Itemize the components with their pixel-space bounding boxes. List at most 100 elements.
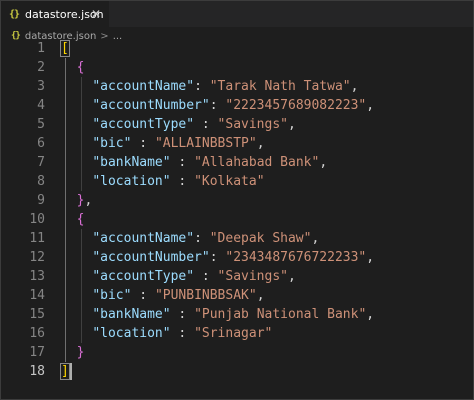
json-value: "ALLAINBBSTP"	[154, 136, 257, 151]
indent-guide-inner	[80, 229, 82, 343]
json-value: "Kolkata"	[194, 174, 265, 189]
code-line[interactable]: 17 }	[1, 343, 473, 362]
line-number: 2	[37, 60, 45, 75]
code-line[interactable]: 8 "location" : "Kolkata"	[1, 172, 473, 191]
json-key: "accountType"	[92, 269, 195, 284]
json-key: "bic"	[92, 288, 132, 303]
json-value: "Tarak Nath Tatwa"	[209, 79, 351, 94]
key-separator: :	[194, 79, 210, 94]
code-line[interactable]: 5 "accountType" : "Savings",	[1, 115, 473, 134]
key-separator: :	[209, 98, 226, 113]
comma: ,	[288, 117, 296, 132]
comma: ,	[256, 288, 265, 303]
line-content: ]	[60, 362, 70, 381]
json-value: "Savings"	[217, 269, 288, 284]
line-content: [	[60, 39, 70, 58]
key-separator: :	[194, 117, 218, 132]
json-key: "bankName"	[92, 307, 171, 322]
array-open-bracket: [	[60, 40, 70, 57]
tab-datastore-json[interactable]: {} datastore.json ✕	[1, 1, 109, 27]
json-value: "Punjab National Bank"	[194, 307, 367, 322]
text-cursor	[69, 363, 72, 380]
key-separator: :	[194, 269, 218, 284]
code-line[interactable]: 10 {	[1, 210, 473, 229]
code-line[interactable]: 6 "bic" : "ALLAINBBSTP",	[1, 134, 473, 153]
line-number: 18	[29, 364, 45, 379]
code-line[interactable]: 4 "accountNumber": "2223457689082223",	[1, 96, 473, 115]
line-number: 14	[29, 288, 45, 303]
line-number: 13	[29, 269, 45, 284]
json-key: "bic"	[92, 136, 132, 151]
json-key: "accountName"	[92, 79, 195, 94]
code-line[interactable]: 15 "bankName" : "Punjab National Bank",	[1, 305, 473, 324]
code-line[interactable]: 13 "accountType" : "Savings",	[1, 267, 473, 286]
object-close-brace: }	[76, 345, 85, 360]
code-line[interactable]: 11 "accountName": "Deepak Shaw",	[1, 229, 473, 248]
line-content: "bankName" : "Allahabad Bank",	[61, 153, 327, 172]
line-number: 4	[37, 98, 45, 113]
line-number: 12	[29, 250, 45, 265]
key-separator: :	[131, 288, 155, 303]
line-content: "bankName" : "Punjab National Bank",	[61, 305, 374, 324]
json-key: "accountNumber"	[92, 98, 210, 113]
line-number: 15	[29, 307, 45, 322]
code-line[interactable]: 9 },	[1, 191, 473, 210]
json-value: "2343487676722233"	[225, 250, 367, 265]
line-content: "accountName": "Tarak Nath Tatwa",	[61, 77, 358, 96]
code-area[interactable]: 1[2 {3 "accountName": "Tarak Nath Tatwa"…	[1, 39, 473, 399]
code-line[interactable]: 14 "bic" : "PUNBINBBSAK",	[1, 286, 473, 305]
code-line[interactable]: 3 "accountName": "Tarak Nath Tatwa",	[1, 77, 473, 96]
code-line[interactable]: 7 "bankName" : "Allahabad Bank",	[1, 153, 473, 172]
code-line[interactable]: 1[	[1, 39, 473, 58]
key-separator: :	[170, 174, 195, 189]
json-value: "Allahabad Bank"	[194, 155, 320, 170]
comma: ,	[311, 231, 320, 246]
json-value: "Srinagar"	[194, 326, 273, 341]
line-number: 17	[29, 345, 45, 360]
indent-guide-outer	[64, 58, 66, 362]
line-content: "accountNumber": "2343487676722233",	[61, 248, 374, 267]
array-close-bracket: ]	[60, 363, 70, 380]
object-open-brace: {	[76, 212, 85, 227]
code-line[interactable]: 16 "location" : "Srinagar"	[1, 324, 473, 343]
json-key: "accountType"	[92, 117, 195, 132]
json-value: "Savings"	[217, 117, 288, 132]
key-separator: :	[170, 155, 195, 170]
object-open-brace: {	[76, 60, 85, 75]
line-number: 5	[37, 117, 45, 132]
key-separator: :	[209, 250, 226, 265]
comma: ,	[288, 269, 296, 284]
indent-guide-inner	[80, 77, 82, 191]
comma: ,	[366, 98, 375, 113]
json-key: "bankName"	[92, 155, 171, 170]
key-separator: :	[131, 136, 155, 151]
comma: ,	[319, 155, 328, 170]
comma: ,	[256, 136, 265, 151]
line-number: 11	[29, 231, 45, 246]
key-separator: :	[170, 326, 195, 341]
json-value: "Deepak Shaw"	[209, 231, 312, 246]
line-number: 1	[37, 41, 45, 56]
line-number: 7	[37, 155, 45, 170]
code-line[interactable]: 12 "accountNumber": "2343487676722233",	[1, 248, 473, 267]
comma: ,	[84, 193, 93, 208]
line-content: "bic" : "ALLAINBBSTP",	[61, 134, 265, 153]
key-separator: :	[194, 231, 210, 246]
code-line[interactable]: 2 {	[1, 58, 473, 77]
json-file-icon: {}	[9, 8, 20, 20]
comma: ,	[350, 79, 359, 94]
key-separator: :	[170, 307, 195, 322]
code-line[interactable]: 18]	[1, 362, 473, 381]
code-editor[interactable]: {} datastore.json ✕ {} datastore.json > …	[0, 0, 474, 400]
comma: ,	[366, 307, 375, 322]
line-number: 6	[37, 136, 45, 151]
json-key: "accountNumber"	[92, 250, 210, 265]
comma: ,	[366, 250, 375, 265]
line-content: "accountType" : "Savings",	[61, 115, 296, 134]
line-content: "bic" : "PUNBINBBSAK",	[61, 286, 265, 305]
close-icon[interactable]: ✕	[91, 6, 101, 22]
line-content: "accountType" : "Savings",	[61, 267, 296, 286]
